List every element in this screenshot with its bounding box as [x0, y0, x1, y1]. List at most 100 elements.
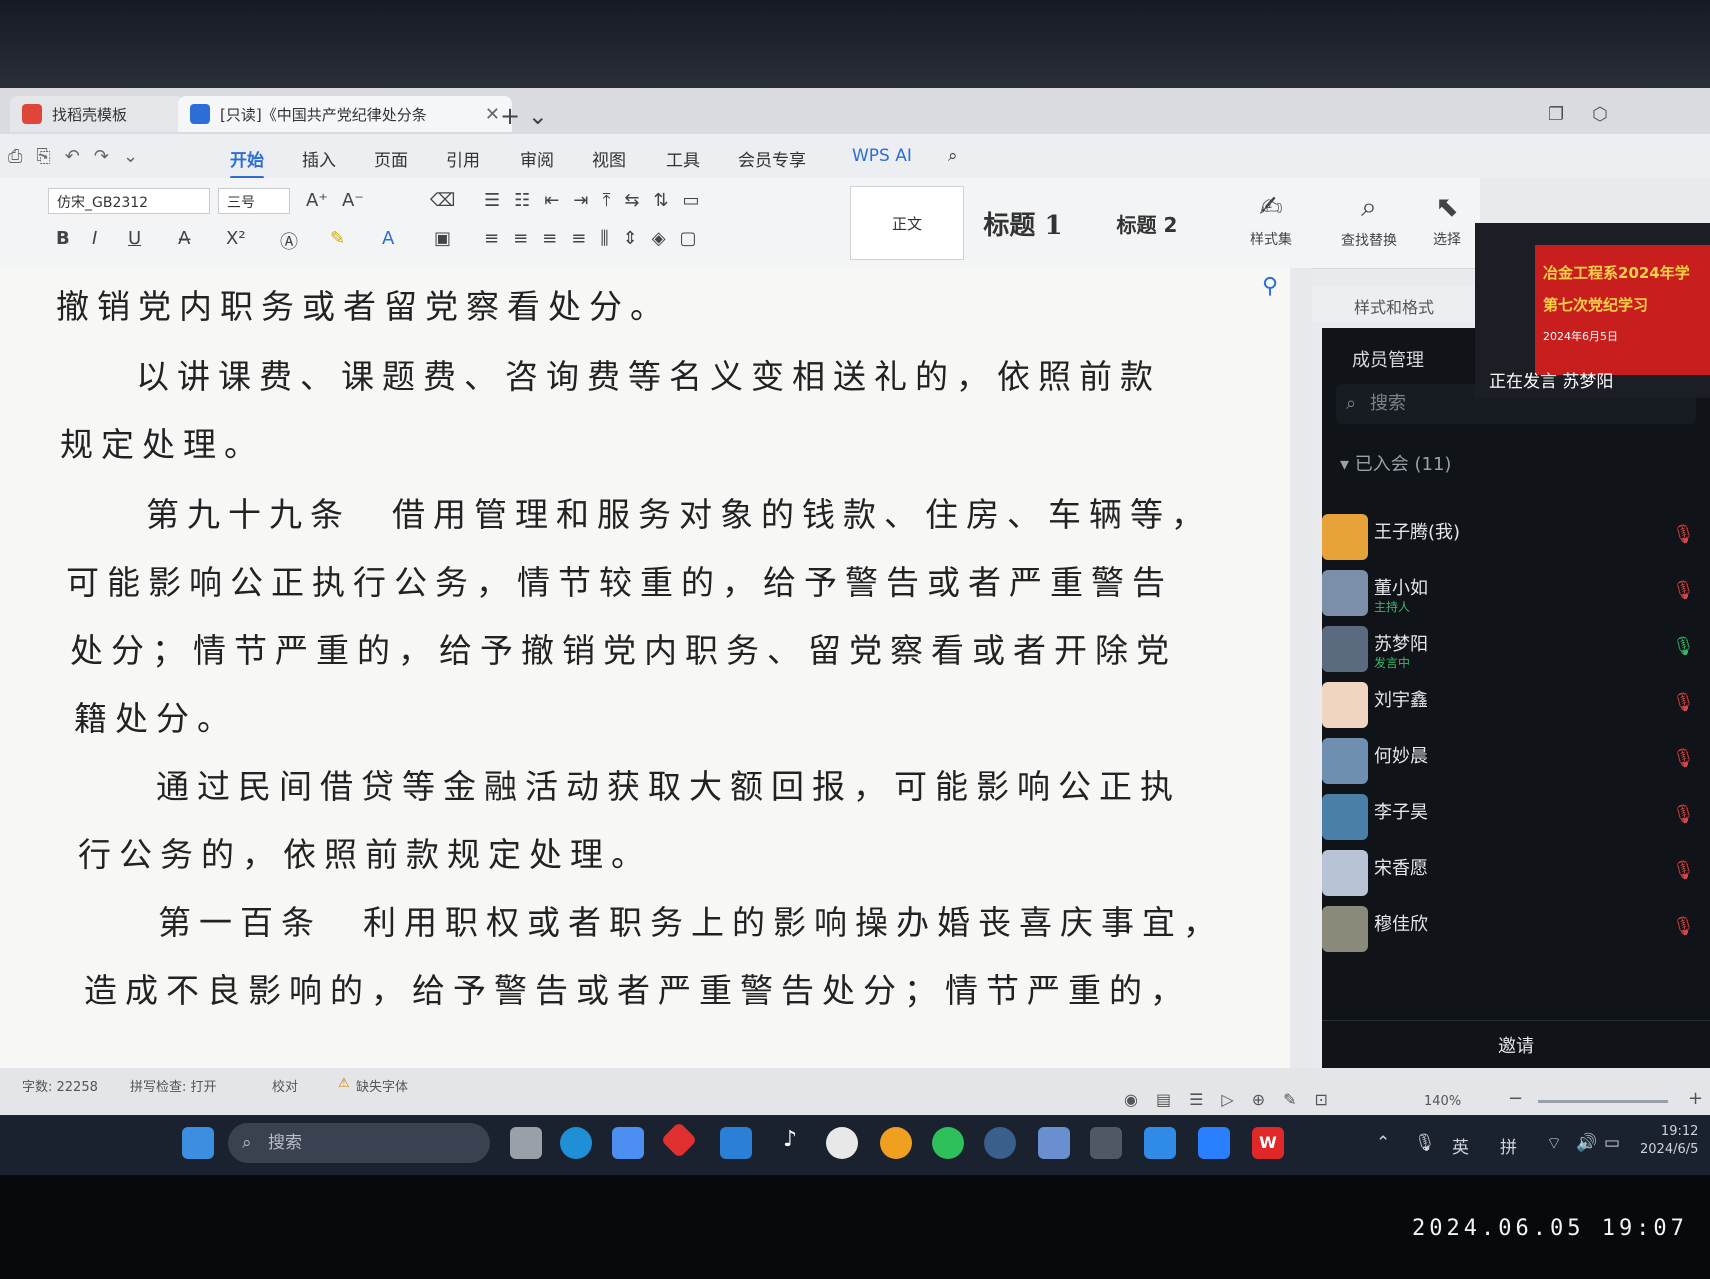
tab-wps-ai[interactable]: WPS AI: [852, 146, 912, 166]
view-mode-icons[interactable]: ◉▤☰▷⊕✎⊡: [1124, 1090, 1346, 1109]
clear-format-icon[interactable]: ⌫: [430, 190, 455, 211]
font-shrink-icon[interactable]: A⁻: [342, 190, 364, 211]
member-row[interactable]: 宋香愿 🎙: [1322, 846, 1710, 900]
tab-references[interactable]: 引用: [446, 146, 480, 171]
app-red-diamond-icon[interactable]: [660, 1121, 698, 1159]
tab-docer-templates[interactable]: 找稻壳模板: [10, 96, 184, 132]
tab-review[interactable]: 审阅: [520, 146, 554, 171]
bold-icon[interactable]: B: [56, 228, 70, 249]
strikethrough-icon[interactable]: A̶: [178, 228, 190, 249]
font-grow-icon[interactable]: A⁺: [306, 190, 328, 211]
document-page[interactable]: 撤销党内职务或者留党察看处分。 以讲课费、课题费、咨询费等名义变相送礼的，依照前…: [0, 268, 1290, 1068]
proofread-button[interactable]: 校对: [272, 1076, 298, 1095]
styles-pane-title[interactable]: 样式和格式: [1354, 294, 1434, 318]
member-row[interactable]: 苏梦阳 发言中 🎙: [1322, 622, 1710, 676]
microphone-icon[interactable]: 🎙: [1414, 1133, 1436, 1153]
superscript-icon[interactable]: X²: [226, 228, 246, 249]
mic-muted-icon[interactable]: 🎙: [1672, 692, 1695, 713]
missing-font-button[interactable]: 缺失字体: [356, 1076, 408, 1095]
mic-muted-icon[interactable]: 🎙: [1672, 804, 1695, 825]
member-name: 刘宇鑫: [1374, 690, 1428, 711]
quick-access-icons[interactable]: ⎙⎘↶↷⌄: [8, 146, 152, 167]
member-row[interactable]: 刘宇鑫 🎙: [1322, 678, 1710, 732]
mic-muted-icon[interactable]: 🎙: [1672, 916, 1695, 937]
taskbar-search[interactable]: ⌕ 搜索: [228, 1123, 490, 1163]
close-icon[interactable]: ✕: [485, 104, 500, 125]
ime-mode[interactable]: 拼: [1500, 1133, 1517, 1158]
member-row[interactable]: 何妙晨 🎙: [1322, 734, 1710, 788]
window-restore-icon[interactable]: ❐: [1548, 104, 1564, 125]
app-gray-icon[interactable]: [1090, 1127, 1122, 1159]
edge-icon[interactable]: [560, 1127, 592, 1159]
member-row[interactable]: 王子腾(我) 🎙: [1322, 510, 1710, 564]
app-blue-icon[interactable]: [720, 1127, 752, 1159]
tab-home[interactable]: 开始: [230, 146, 264, 179]
member-row[interactable]: 董小如 主持人 🎙: [1322, 566, 1710, 620]
joined-group-header[interactable]: ▾ 已入会 (11): [1340, 450, 1451, 476]
task-view-icon[interactable]: [510, 1127, 542, 1159]
zoom-in-icon[interactable]: +: [1688, 1088, 1703, 1109]
font-color-icon[interactable]: A: [382, 228, 394, 249]
select-button[interactable]: ⬉ 选择: [1412, 190, 1482, 249]
app-avatar-icon[interactable]: [1038, 1127, 1070, 1159]
char-shading-icon[interactable]: ▣: [434, 228, 451, 249]
mic-muted-icon[interactable]: 🎙: [1672, 524, 1695, 545]
search-icon[interactable]: ⌕: [948, 146, 958, 166]
zoom-slider[interactable]: [1538, 1100, 1668, 1103]
monitor-bezel: [0, 0, 1710, 90]
speaker-video-tile[interactable]: 冶金工程系2024年学 第七次党纪学习 2024年6月5日 正在发言 苏梦阳: [1475, 223, 1710, 398]
style-heading-1[interactable]: 标题 1: [966, 186, 1080, 260]
mic-muted-icon[interactable]: 🎙: [1672, 748, 1695, 769]
mic-muted-icon[interactable]: 🎙: [1672, 860, 1695, 881]
windows-taskbar: ⌕ 搜索 ♪ W ⌃ 🎙 英 拼 ⌔ 🔊 ▭ 19:12 2024/6/5: [0, 1115, 1710, 1175]
ime-language[interactable]: 英: [1452, 1133, 1469, 1158]
spell-check-status[interactable]: 拼写检查: 打开: [130, 1076, 217, 1095]
font-size-select[interactable]: 三号: [218, 188, 290, 214]
style-set-button[interactable]: ✍ 样式集: [1236, 190, 1306, 249]
battery-icon[interactable]: ▭: [1604, 1133, 1620, 1153]
invite-button[interactable]: 邀请: [1322, 1020, 1710, 1073]
wps-icon[interactable]: W: [1252, 1127, 1284, 1159]
paragraph-tools-row1[interactable]: ☰☷⇤⇥⤒⇆⇅▭: [484, 190, 714, 211]
paragraph-align-row[interactable]: ≡≡≡≡⫼⇕◈▢: [484, 228, 711, 249]
app-mascot-icon[interactable]: [826, 1127, 858, 1159]
mic-on-icon[interactable]: 🎙: [1672, 636, 1695, 657]
chrome-icon[interactable]: [880, 1127, 912, 1159]
tab-view[interactable]: 视图: [592, 146, 626, 171]
find-replace-button[interactable]: ⌕ 查找替换: [1334, 190, 1404, 250]
zoom-out-icon[interactable]: −: [1508, 1088, 1523, 1109]
member-row[interactable]: 李子昊 🎙: [1322, 790, 1710, 844]
mic-muted-icon[interactable]: 🎙: [1672, 580, 1695, 601]
underline-icon[interactable]: U: [128, 228, 141, 249]
style-normal[interactable]: 正文: [850, 186, 964, 260]
wechat-icon[interactable]: [932, 1127, 964, 1159]
tray-chevron-icon[interactable]: ⌃: [1376, 1133, 1390, 1153]
member-row[interactable]: 穆佳欣 🎙: [1322, 902, 1710, 956]
wifi-icon[interactable]: ⌔: [1546, 1133, 1562, 1154]
word-count[interactable]: 字数: 22258: [22, 1076, 98, 1095]
vertical-scrollbar[interactable]: [1290, 268, 1312, 1068]
tab-member[interactable]: 会员专享: [738, 146, 806, 171]
text-effect-icon[interactable]: Ⓐ: [280, 228, 298, 254]
steam-icon[interactable]: [984, 1127, 1016, 1159]
tencent-meeting-icon[interactable]: [1198, 1127, 1230, 1159]
cube-icon[interactable]: ⬡: [1592, 104, 1608, 125]
start-icon[interactable]: [182, 1127, 214, 1159]
style-heading-2[interactable]: 标题 2: [1090, 186, 1204, 260]
tiktok-icon[interactable]: ♪: [774, 1127, 806, 1159]
font-name-select[interactable]: 仿宋_GB2312: [48, 188, 210, 214]
tab-insert[interactable]: 插入: [302, 146, 336, 171]
zoom-level[interactable]: 140%: [1424, 1094, 1461, 1109]
tab-document[interactable]: [只读]《中国共产党纪律处分条 ✕: [178, 96, 512, 132]
tab-tools[interactable]: 工具: [666, 146, 700, 171]
tab-page[interactable]: 页面: [374, 146, 408, 171]
new-tab-button[interactable]: + ⌄: [500, 102, 548, 130]
system-clock[interactable]: 19:12 2024/6/5: [1640, 1123, 1698, 1159]
feishu-icon[interactable]: [1144, 1127, 1176, 1159]
volume-icon[interactable]: 🔊: [1576, 1133, 1597, 1153]
highlight-icon[interactable]: ✎: [330, 228, 345, 249]
store-icon[interactable]: [612, 1127, 644, 1159]
photo-timestamp: 2024.06.05 19:07: [1412, 1216, 1688, 1241]
italic-icon[interactable]: I: [92, 228, 97, 249]
docer-icon: [22, 104, 42, 124]
